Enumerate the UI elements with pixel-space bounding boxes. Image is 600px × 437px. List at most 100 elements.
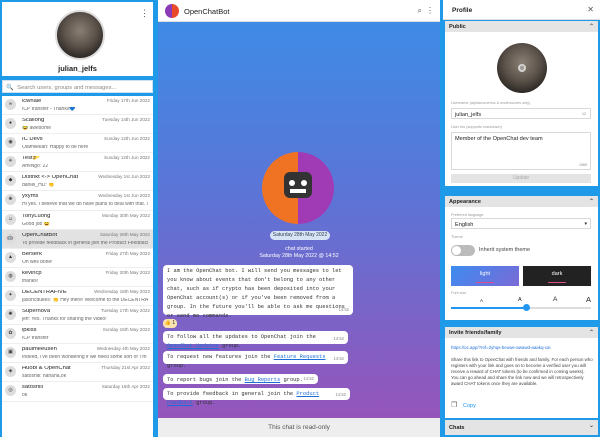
search-input[interactable]: 🔍 Search users, groups and messages...	[2, 80, 153, 93]
bio-label: User bio (supports markdown)	[451, 125, 502, 129]
font-size-tick: A	[480, 298, 484, 303]
chat-list-item[interactable]: ✺ Supernova Tuesday 17th May 2022 jeff: Yes…	[2, 306, 153, 326]
chevron-up-icon[interactable]: ⌃	[589, 198, 594, 205]
chat-list-item[interactable]: ▣ paulmeeusen Wednesday 4th May 2022 Indeed…	[2, 344, 153, 364]
chat-last-message: ok	[22, 393, 28, 399]
invite-link[interactable]: https://oc.app/?ref=2yhqs-beuwe-awawd-aa…	[451, 345, 593, 350]
search-icon[interactable]: ⌕	[418, 6, 422, 16]
bot-avatar[interactable]	[165, 4, 179, 18]
message-bubble[interactable]: To report bugs join the Bug Reports grou…	[163, 374, 318, 384]
invite-section-header[interactable]: Invite friends/family ⌃	[445, 327, 598, 338]
inherit-theme-toggle[interactable]	[451, 245, 475, 256]
chat-list-item[interactable]: ● Scallong Tuesday 14th Jun 2022 😂 awesome	[2, 115, 153, 135]
bug-reports-link[interactable]: Bug Reports	[245, 377, 281, 383]
message-text: group.	[192, 400, 216, 406]
chat-avatar: ◆	[5, 175, 16, 187]
chat-list-item[interactable]: ◆ Distrikt <-> OpenChat Wednesday 1st Jun …	[2, 172, 153, 192]
font-size-slider-handle[interactable]	[523, 304, 531, 311]
bio-char-count: 1969	[579, 163, 587, 167]
chat-last-message: satoshiii: hahaha,ok	[22, 374, 67, 380]
chat-name: lpkiss	[22, 328, 37, 334]
username-value: julian_jelfs	[455, 112, 482, 118]
chat-list-item[interactable]: 🤖 OpenChatBot Saturday 28th May 2022 To pro…	[2, 229, 153, 249]
chevron-down-icon[interactable]: ⌄	[589, 422, 594, 429]
chat-list-item[interactable]: ▲ Berserk Friday 27th May 2022 Oh well done…	[2, 249, 153, 268]
chat-list-item[interactable]: ✿ lpkiss Sunday 15th May 2022 ICP transfer	[2, 325, 153, 345]
feature-requests-link[interactable]: Feature Requests	[274, 354, 326, 360]
copy-icon[interactable]: ❐	[451, 401, 457, 409]
chat-date: Thursday 21st Apr 2022	[101, 365, 150, 371]
username-char-count: 12	[582, 112, 586, 116]
chat-date: Wednesday 1st Jun 2022	[98, 193, 150, 199]
chat-last-message: To provide feedback in general join the …	[22, 240, 148, 246]
chat-list-item[interactable]: ☺ TonyLuong Monday 30th May 2022 Good job 😀	[2, 211, 153, 230]
chat-list: ∞ icwhale Friday 17th Jun 2022 ICP transfer…	[2, 96, 153, 437]
chat-name: Scallong	[22, 118, 45, 124]
chat-list-item[interactable]: ◎ satoshiii Saturday 16th Apr 2022 ok	[2, 382, 153, 402]
chat-name: Test🌮	[22, 156, 40, 162]
openchat-updates-link[interactable]: OpenChat Updates	[167, 343, 219, 349]
chat-last-message: AmiNgo: 22	[22, 164, 49, 170]
message-bubble[interactable]: To request new features join the Feature…	[163, 351, 348, 369]
menu-kebab-icon[interactable]: ⋮	[426, 6, 434, 15]
dark-theme-option[interactable]: dark	[523, 266, 591, 286]
chat-avatar: ●	[5, 118, 16, 130]
reaction-badge[interactable]: 👍 1	[163, 319, 177, 328]
chat-name: Huobi & OpenChat	[22, 366, 71, 372]
language-select[interactable]: English ▾	[451, 218, 591, 229]
chat-name: icwhale	[22, 99, 42, 104]
message-bubble[interactable]: I am the OpenChat bot. I will send you m…	[163, 265, 353, 319]
left-panel: ⋮ julian_jelfs 🔍 Search users, groups an…	[0, 0, 155, 437]
chat-avatar: ✺	[5, 309, 16, 321]
language-value: English	[455, 222, 474, 228]
chat-list-item[interactable]: ✦ DECENTRAFIVE Wednesday 18th May 2022 jaso…	[2, 287, 153, 307]
appearance-section: Appearance ⌃ Preferred language English …	[445, 196, 598, 320]
chat-avatar: ✿	[5, 328, 16, 340]
robot-mouth	[290, 189, 306, 193]
chat-name: IC Devs	[22, 137, 43, 143]
message-bubble[interactable]: To provide feedback in general join the …	[163, 388, 350, 406]
chat-avatar: ◎	[5, 385, 16, 397]
chat-name: OpenChatBot	[22, 232, 58, 238]
message-time: 14:52	[303, 376, 314, 381]
font-size-tick: A	[553, 296, 558, 303]
update-button[interactable]: Update	[451, 174, 591, 183]
chat-date: Monday 30th May 2022	[101, 212, 150, 218]
chat-list-item[interactable]: ◍ kevincp Friday 20th May 2022 thanks!	[2, 268, 153, 287]
copy-button[interactable]: Copy	[463, 403, 476, 409]
chat-list-item[interactable]: ❀ yxyms Wednesday 1st Jun 2022 Hi yes. I be…	[2, 191, 153, 211]
profile-avatar[interactable]: ◎	[497, 43, 547, 93]
font-size-slider[interactable]	[451, 307, 591, 309]
chat-name: kevincp	[22, 270, 42, 276]
language-label: Preferred language	[451, 213, 484, 217]
chat-panel: OpenChatBot ⌕ ⋮ Saturday 28th May 2022 c…	[158, 0, 440, 437]
profile-panel: Profile ✕ Public ⌃ ◎ Username (alphanume…	[443, 0, 600, 437]
camera-icon[interactable]: ◎	[518, 64, 526, 72]
chat-last-message: thanks!	[22, 278, 39, 284]
chat-list-item[interactable]: ∞ icwhale Friday 17th Jun 2022 ICP transfer…	[2, 96, 153, 116]
search-placeholder: Search users, groups and messages...	[17, 85, 117, 91]
chats-section-header[interactable]: Chats ⌄	[445, 420, 598, 435]
chat-started-label: chat started	[285, 246, 313, 252]
appearance-section-header[interactable]: Appearance ⌃	[445, 196, 598, 207]
username-field[interactable]: julian_jelfs 12	[451, 108, 591, 119]
chat-list-item[interactable]: ◈ Huobi & OpenChat Thursday 21st Apr 2022 s…	[2, 363, 153, 383]
chevron-down-icon: ▾	[584, 221, 587, 227]
chat-date: Friday 17th Jun 2022	[106, 98, 150, 103]
read-only-footer: This chat is read-only	[158, 418, 440, 437]
public-section-header[interactable]: Public ⌃	[445, 21, 598, 32]
message-bubble[interactable]: To follow all the updates to OpenChat jo…	[163, 331, 348, 349]
chevron-up-icon[interactable]: ⌃	[589, 329, 594, 336]
light-theme-option[interactable]: light	[451, 266, 519, 286]
user-avatar[interactable]	[55, 10, 105, 60]
chevron-up-icon[interactable]: ⌃	[589, 23, 594, 30]
chat-name: paulmeeusen	[22, 347, 57, 353]
chat-list-item[interactable]: ✳ Test🌮 Sunday 12th Jun 2022 AmiNgo: 22	[2, 153, 153, 173]
chat-avatar: ❀	[5, 194, 16, 206]
chat-avatar: ☺	[5, 213, 16, 225]
chat-list-item[interactable]: ◉ IC Devs Sunday 12th Jun 2022 Olamilekan: …	[2, 134, 153, 154]
menu-kebab-icon[interactable]: ⋮	[140, 8, 149, 19]
chat-avatar: ✦	[5, 289, 16, 301]
close-icon[interactable]: ✕	[587, 5, 594, 14]
bio-field[interactable]: Member of the OpenChat dev team 1969	[451, 132, 591, 170]
